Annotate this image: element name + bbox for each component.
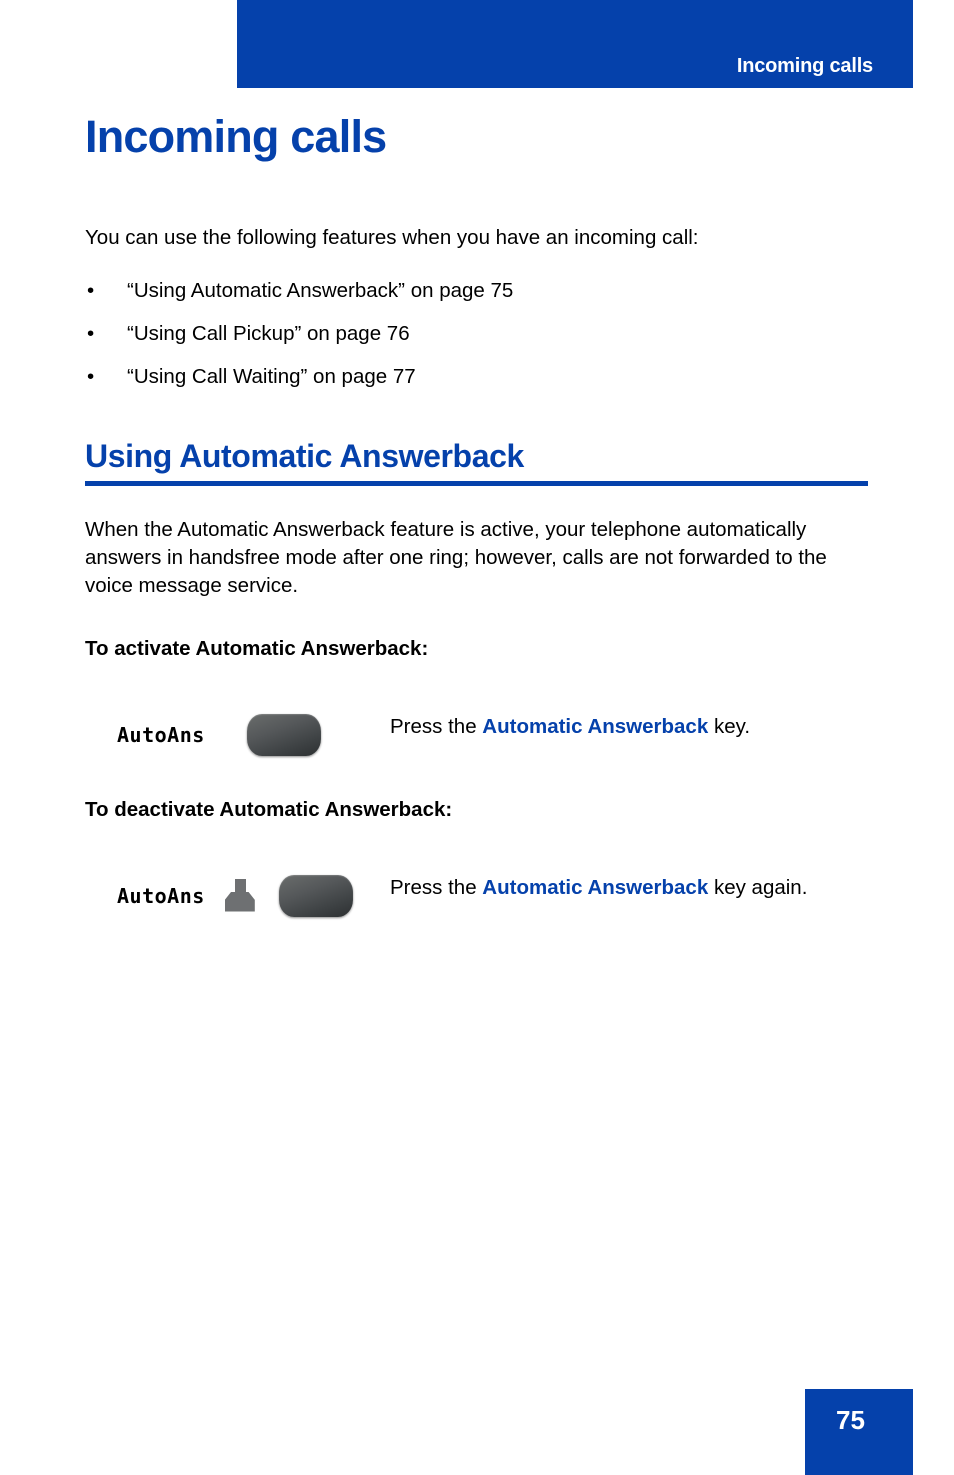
step-visual-activate: AutoAns	[85, 709, 390, 761]
list-item: • “Using Call Waiting” on page 77	[85, 363, 875, 391]
list-item-label: “Using Call Pickup” on page 76	[127, 321, 410, 345]
step-text-after: key again.	[708, 875, 808, 899]
step-instruction-activate: Press the Automatic Answerback key.	[390, 709, 820, 741]
procedure-heading-activate: To activate Automatic Answerback:	[85, 637, 429, 661]
feature-key-icon[interactable]	[278, 874, 353, 917]
page-title: Incoming calls	[85, 111, 387, 162]
procedure-heading-deactivate: To deactivate Automatic Answerback:	[85, 797, 453, 821]
list-item: • “Using Call Pickup” on page 76	[85, 320, 875, 348]
bullet-icon: •	[87, 364, 95, 388]
list-item-label: “Using Call Waiting” on page 77	[127, 364, 416, 388]
step-text-before: Press the	[390, 714, 483, 738]
lcd-softkey-label: AutoAns	[117, 883, 205, 908]
procedure-step-deactivate: AutoAns Press the Automatic Answerback k…	[85, 824, 875, 922]
feature-name-label: Automatic Answerback	[482, 875, 709, 899]
lcd-active-indicator-icon	[224, 878, 255, 913]
lcd-softkey-label: AutoAns	[117, 722, 205, 747]
step-visual-deactivate: AutoAns	[85, 870, 390, 922]
running-header-bar: Incoming calls	[237, 0, 913, 88]
page-number-block: 75	[805, 1389, 913, 1475]
feature-name-label: Automatic Answerback	[482, 714, 709, 738]
indicator-base	[224, 891, 255, 912]
section-heading: Using Automatic Answerback	[85, 438, 524, 475]
page-number: 75	[836, 1405, 865, 1435]
step-text-before: Press the	[390, 875, 483, 899]
step-instruction-deactivate: Press the Automatic Answerback key again…	[390, 870, 820, 902]
procedure-step-activate: AutoAns Press the Automatic Answerback k…	[85, 663, 875, 761]
section-paragraph: When the Automatic Answerback feature is…	[85, 517, 827, 598]
running-header-title: Incoming calls	[736, 55, 873, 77]
feature-key-icon[interactable]	[246, 713, 321, 756]
intro-paragraph: You can use the following features when …	[85, 225, 699, 249]
step-text-after: key.	[708, 714, 751, 738]
indicator-stem	[234, 878, 246, 894]
list-item-label: “Using Automatic Answerback” on page 75	[127, 279, 514, 303]
bullet-icon: •	[87, 279, 95, 303]
cross-reference-list: • “Using Automatic Answerback” on page 7…	[85, 251, 875, 390]
list-item: • “Using Automatic Answerback” on page 7…	[85, 277, 875, 305]
bullet-icon: •	[87, 321, 95, 345]
page-content: Incoming calls You can use the following…	[85, 112, 875, 922]
